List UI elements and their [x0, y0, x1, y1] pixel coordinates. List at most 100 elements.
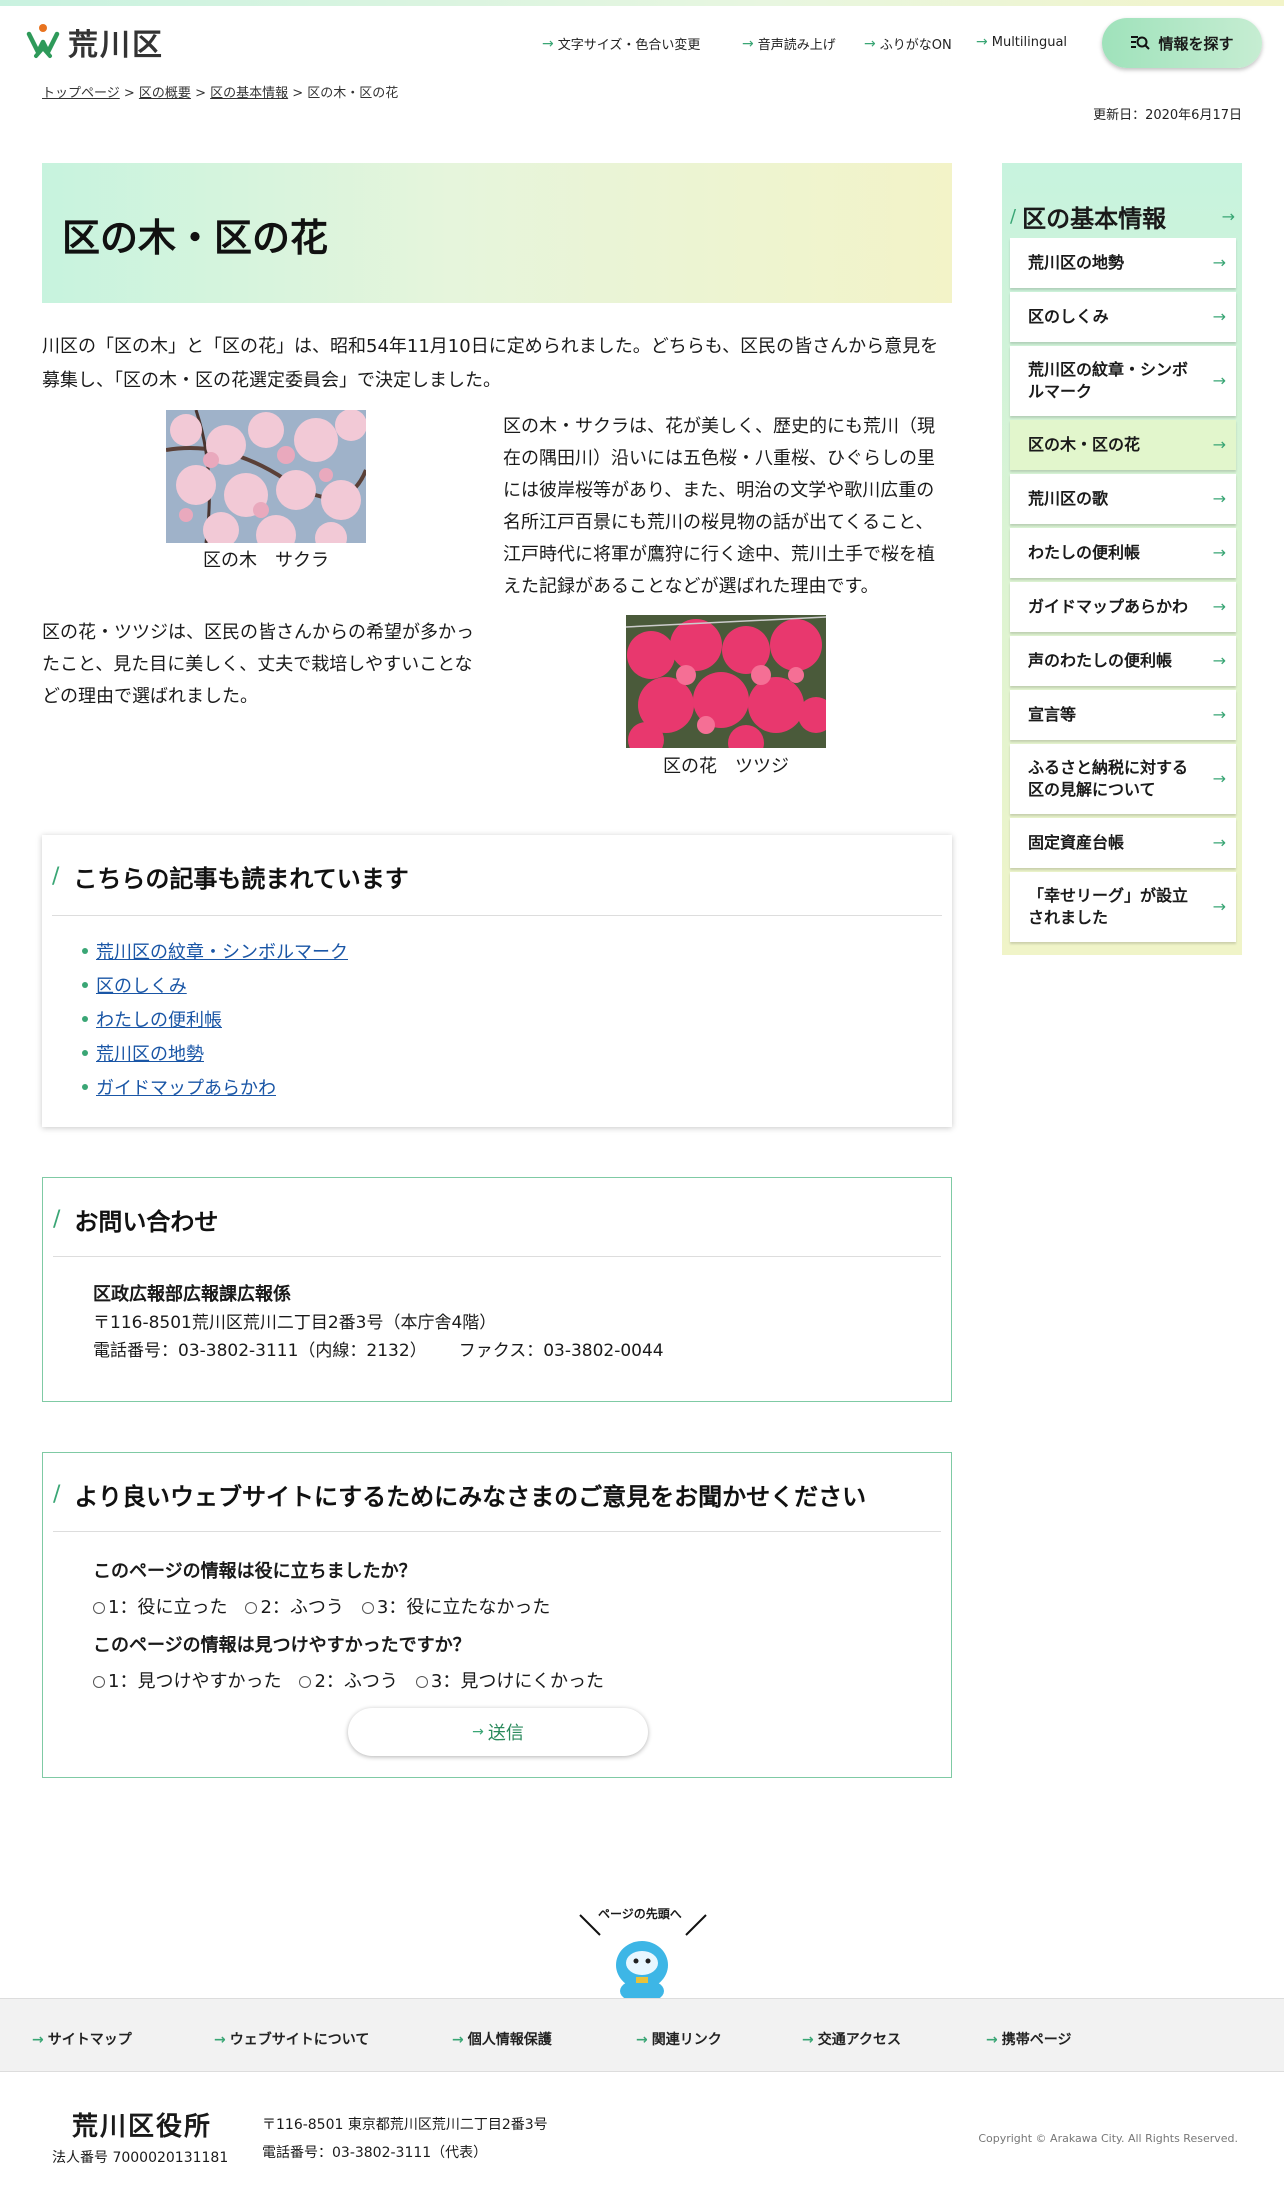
- related-link[interactable]: 荒川区の地勢: [96, 1040, 204, 1066]
- radio-useful-2[interactable]: 2：ふつう: [245, 1597, 344, 1618]
- breadcrumb-separator: >: [190, 86, 211, 101]
- options-findable: 1：見つけやすかった 2：ふつう 3：見つけにくかった: [93, 1667, 604, 1693]
- arrow-right-icon: →: [542, 35, 554, 52]
- radio-button[interactable]: [361, 1602, 374, 1614]
- footer-nav: → サイトマップ → ウェブサイトについて → 個人情報保護 → 関連リンク → 交通アク…: [0, 1998, 1284, 2072]
- footer-link-about-site[interactable]: → ウェブサイトについて: [214, 2029, 369, 2049]
- radio-findable-3[interactable]: 3：見つけにくかった: [415, 1671, 604, 1692]
- breadcrumb-link-overview[interactable]: 区の概要: [139, 86, 191, 101]
- updated-date: 更新日：2020年6月17日: [1093, 108, 1242, 123]
- arrow-right-icon: →: [802, 2032, 814, 2048]
- site-logo[interactable]: 荒川区: [26, 20, 164, 64]
- slash-icon: /: [1010, 206, 1017, 227]
- arrow-right-icon: →: [986, 2032, 998, 2048]
- sidebar-item-voice-handbook[interactable]: 声のわたしの便利帳 →: [1010, 636, 1236, 686]
- nav-text-size[interactable]: → 文字サイズ・色合い変更: [542, 34, 700, 54]
- page-top-button[interactable]: ページの先頭へ: [578, 1905, 708, 2005]
- page-title: 区の木・区の花: [62, 216, 329, 260]
- footer-corp-number: 法人番号 7000020131181: [52, 2150, 229, 2166]
- arrow-right-icon: →: [1212, 371, 1226, 390]
- radio-findable-2[interactable]: 2：ふつう: [299, 1671, 398, 1692]
- sidebar-item-label: ガイドマップあらかわ: [1028, 597, 1189, 616]
- radio-label: 1：役に立った: [108, 1597, 228, 1618]
- sidebar-item-label: わたしの便利帳: [1028, 543, 1141, 562]
- related-title: こちらの記事も読まれています: [73, 865, 409, 893]
- sidebar-item-guidemap[interactable]: ガイドマップあらかわ →: [1010, 582, 1236, 632]
- logo-text: 荒川区: [68, 28, 164, 63]
- radio-useful-3[interactable]: 3：役に立たなかった: [361, 1597, 550, 1618]
- arrow-right-icon: →: [1212, 651, 1226, 670]
- footer-link-related[interactable]: → 関連リンク: [636, 2029, 722, 2049]
- contact-dept: 区政広報部広報課広報係: [93, 1284, 291, 1305]
- divider: [53, 1531, 941, 1532]
- related-link[interactable]: 荒川区の紋章・シンボルマーク: [96, 938, 348, 964]
- breadcrumb-separator: >: [288, 86, 308, 101]
- breadcrumb-separator: >: [119, 86, 139, 101]
- radio-button[interactable]: [93, 1676, 105, 1688]
- sidebar-item-asset-ledger[interactable]: 固定資産台帳 →: [1010, 818, 1236, 868]
- footer-tel: 電話番号：03-3802-3111（代表）: [262, 2145, 488, 2161]
- arrow-right-icon: →: [32, 2032, 44, 2048]
- nav-speech[interactable]: → 音声読み上げ: [742, 34, 836, 54]
- nav-multilingual[interactable]: → Multilingual: [976, 34, 1067, 50]
- arrow-right-icon: →: [976, 34, 988, 50]
- breadcrumb-link-basic-info[interactable]: 区の基本情報: [210, 86, 288, 101]
- radio-button[interactable]: [245, 1602, 258, 1614]
- contact-tel: 電話番号：03-3802-3111（内線：2132）: [93, 1341, 427, 1361]
- arrow-right-icon: →: [1221, 207, 1235, 226]
- list-item: 区のしくみ: [82, 968, 348, 1002]
- footer-address: 〒116-8501 東京都荒川区荒川二丁目2番3号: [262, 2117, 548, 2133]
- sidebar-item-label: 声のわたしの便利帳: [1028, 651, 1173, 670]
- sidebar-item-structure[interactable]: 区のしくみ →: [1010, 292, 1236, 342]
- sakura-caption: 区の木 サクラ: [203, 550, 329, 571]
- sidebar-item-tree-flower[interactable]: 区の木・区の花 →: [1010, 420, 1236, 470]
- related-link[interactable]: ガイドマップあらかわ: [96, 1074, 276, 1100]
- arrow-right-icon: →: [1212, 597, 1226, 616]
- radio-button[interactable]: [93, 1602, 105, 1614]
- radio-button[interactable]: [415, 1676, 428, 1688]
- list-item: 荒川区の地勢: [82, 1036, 348, 1070]
- sidebar-title[interactable]: / 区の基本情報 →: [1010, 199, 1235, 234]
- sidebar-item-happiness-league[interactable]: 「幸せリーグ」が設立されました →: [1010, 872, 1236, 942]
- sidebar-item-emblem[interactable]: 荒川区の紋章・シンボルマーク →: [1010, 346, 1236, 416]
- sidebar-item-handbook[interactable]: わたしの便利帳 →: [1010, 528, 1236, 578]
- sidebar-item-declarations[interactable]: 宣言等 →: [1010, 690, 1236, 740]
- question-findable: このページの情報は見つけやすかったですか？: [93, 1635, 471, 1656]
- tsutsuji-photo: [626, 615, 826, 748]
- nav-furigana[interactable]: → ふりがなON: [864, 34, 952, 54]
- radio-findable-1[interactable]: 1：見つけやすかった: [93, 1671, 281, 1692]
- arrow-right-icon: →: [864, 35, 876, 52]
- arakawa-emblem-icon: [26, 24, 60, 58]
- breadcrumb-current: 区の木・区の花: [307, 86, 399, 101]
- arrow-right-icon: →: [1212, 435, 1226, 454]
- radio-button[interactable]: [299, 1676, 312, 1688]
- arrow-right-icon: →: [452, 2032, 464, 2048]
- tsutsuji-description: 区の花・ツツジは、区民の皆さんからの希望が多かったこと、見た目に美しく、丈夫で栽…: [42, 622, 474, 707]
- slash-icon: /: [53, 1482, 61, 1507]
- sidebar-item-terrain[interactable]: 荒川区の地勢 →: [1010, 238, 1236, 288]
- sidebar-item-label: 固定資産台帳: [1028, 833, 1125, 852]
- related-link[interactable]: わたしの便利帳: [96, 1006, 222, 1032]
- footer-link-privacy[interactable]: → 個人情報保護: [452, 2029, 552, 2049]
- footer-link-access[interactable]: → 交通アクセス: [802, 2029, 901, 2049]
- contact-box: / お問い合わせ 区政広報部広報課広報係 〒116-8501荒川区荒川二丁目2番3…: [42, 1177, 952, 1402]
- footer-link-mobile[interactable]: → 携帯ページ: [986, 2029, 1071, 2049]
- search-info-button[interactable]: 情報を探す: [1102, 18, 1262, 68]
- radio-label: 2：ふつう: [260, 1597, 344, 1618]
- submit-button[interactable]: → 送信: [348, 1708, 648, 1756]
- sidebar-item-song[interactable]: 荒川区の歌 →: [1010, 474, 1236, 524]
- feedback-heading: / より良いウェブサイトにするためにみなさまのご意見をお聞かせください: [53, 1477, 866, 1512]
- contact-address: 〒116-8501荒川区荒川二丁目2番3号（本庁舎4階）: [93, 1313, 497, 1333]
- related-link[interactable]: 区のしくみ: [96, 972, 187, 998]
- footer-link-label: 携帯ページ: [1001, 2032, 1072, 2048]
- sidebar-item-furusato-tax[interactable]: ふるさと納税に対する区の見解について →: [1010, 744, 1236, 814]
- footer-link-sitemap[interactable]: → サイトマップ: [32, 2029, 132, 2049]
- feedback-form: / より良いウェブサイトにするためにみなさまのご意見をお聞かせください このページ…: [42, 1452, 952, 1778]
- radio-useful-1[interactable]: 1：役に立った: [93, 1597, 227, 1618]
- arrow-right-icon: →: [1212, 489, 1226, 508]
- intro-text: 川区の「区の木」と「区の花」は、昭和54年11月10日に定められました。どちらも…: [42, 336, 939, 391]
- arrow-right-icon: →: [1212, 253, 1226, 272]
- question-useful: このページの情報は役に立ちましたか？: [93, 1561, 417, 1582]
- breadcrumb-link-top[interactable]: トップページ: [42, 86, 120, 101]
- breadcrumb: トップページ > 区の概要 > 区の基本情報 > 区の木・区の花: [42, 82, 398, 101]
